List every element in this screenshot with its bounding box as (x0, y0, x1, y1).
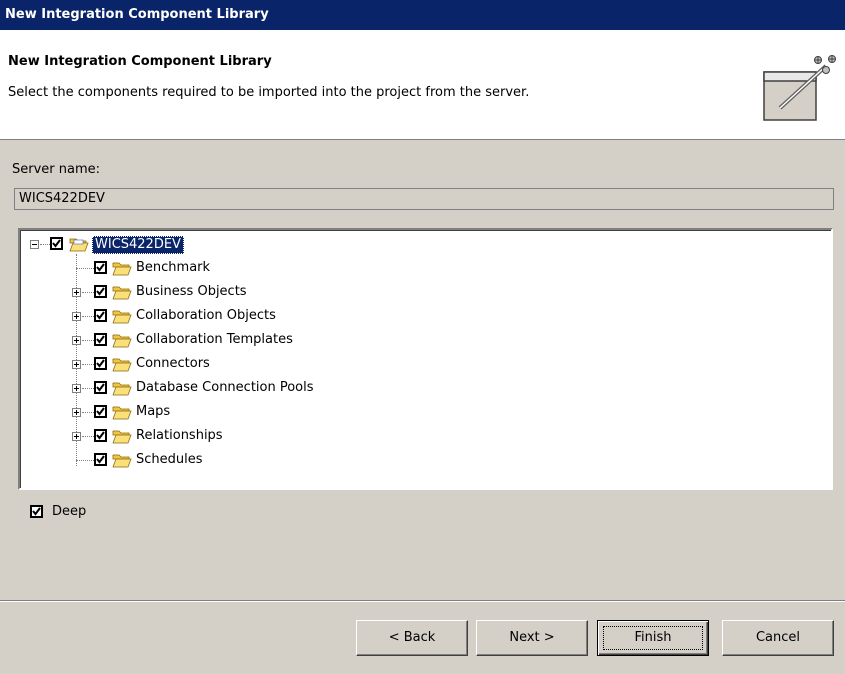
tree-item-checkbox[interactable] (94, 453, 107, 466)
folder-icon (112, 454, 132, 468)
tree-item-database-connection-pools[interactable]: Database Connection Pools (20, 376, 420, 400)
footer-divider (0, 600, 845, 602)
tree-item-checkbox[interactable] (94, 357, 107, 370)
expand-toggle-icon[interactable] (72, 336, 81, 345)
tree-item-label[interactable]: Business Objects (136, 280, 247, 304)
tree-item-benchmark[interactable]: Benchmark (20, 256, 420, 280)
tree-item-schedules[interactable]: Schedules (20, 448, 420, 472)
server-name-field: WICS422DEV (14, 188, 834, 210)
tree-item-label[interactable]: Relationships (136, 424, 223, 448)
tree-item-checkbox[interactable] (94, 429, 107, 442)
folder-icon (112, 334, 132, 348)
tree-item-checkbox[interactable] (94, 261, 107, 274)
folder-icon (112, 262, 132, 276)
collapse-toggle-icon[interactable] (30, 240, 39, 249)
open-folder-icon (69, 238, 89, 252)
tree-item-collaboration-objects[interactable]: Collaboration Objects (20, 304, 420, 328)
tree-item-label[interactable]: Database Connection Pools (136, 376, 314, 400)
tree-item-relationships[interactable]: Relationships (20, 424, 420, 448)
tree-item-maps[interactable]: Maps (20, 400, 420, 424)
component-tree[interactable]: WICS422DEV Benchmark Business Objects Co… (18, 228, 833, 490)
tree-item-label[interactable]: Collaboration Templates (136, 328, 293, 352)
tree-item-checkbox[interactable] (94, 381, 107, 394)
expand-toggle-icon[interactable] (72, 312, 81, 321)
tree-item-checkbox[interactable] (94, 309, 107, 322)
tree-item-label[interactable]: Connectors (136, 352, 210, 376)
deep-checkbox[interactable] (30, 505, 43, 518)
cancel-button[interactable]: Cancel (722, 620, 834, 656)
tree-item-business-objects[interactable]: Business Objects (20, 280, 420, 304)
wizard-banner: New Integration Component Library Select… (0, 30, 845, 140)
tree-item-checkbox[interactable] (94, 333, 107, 346)
tree-item-collaboration-templates[interactable]: Collaboration Templates (20, 328, 420, 352)
next-button[interactable]: Next > (476, 620, 588, 656)
expand-toggle-icon[interactable] (72, 360, 81, 369)
tree-item-label[interactable]: Schedules (136, 448, 203, 472)
expand-toggle-icon[interactable] (72, 432, 81, 441)
tree-root-row[interactable]: WICS422DEV (20, 232, 320, 256)
deep-label: Deep (52, 504, 87, 519)
server-name-label: Server name: (12, 162, 101, 177)
folder-icon (112, 286, 132, 300)
back-button[interactable]: < Back (356, 620, 468, 656)
banner-title: New Integration Component Library (8, 54, 272, 69)
folder-icon (112, 358, 132, 372)
expand-toggle-icon[interactable] (72, 408, 81, 417)
tree-item-checkbox[interactable] (94, 405, 107, 418)
finish-button[interactable]: Finish (597, 620, 709, 656)
banner-description: Select the components required to be imp… (8, 85, 530, 100)
folder-icon (112, 430, 132, 444)
tree-root-label[interactable]: WICS422DEV (92, 236, 184, 254)
folder-icon (112, 382, 132, 396)
tree-root-checkbox[interactable] (50, 237, 63, 250)
window-title: New Integration Component Library (0, 0, 845, 30)
wizard-banner-icon (763, 55, 836, 121)
expand-toggle-icon[interactable] (72, 384, 81, 393)
tree-item-label[interactable]: Maps (136, 400, 170, 424)
wizard-dialog: New Integration Component Library New In… (0, 0, 845, 674)
folder-icon (112, 406, 132, 420)
tree-item-label[interactable]: Collaboration Objects (136, 304, 276, 328)
tree-item-label[interactable]: Benchmark (136, 256, 210, 280)
tree-item-checkbox[interactable] (94, 285, 107, 298)
expand-toggle-icon[interactable] (72, 288, 81, 297)
folder-icon (112, 310, 132, 324)
tree-item-connectors[interactable]: Connectors (20, 352, 420, 376)
